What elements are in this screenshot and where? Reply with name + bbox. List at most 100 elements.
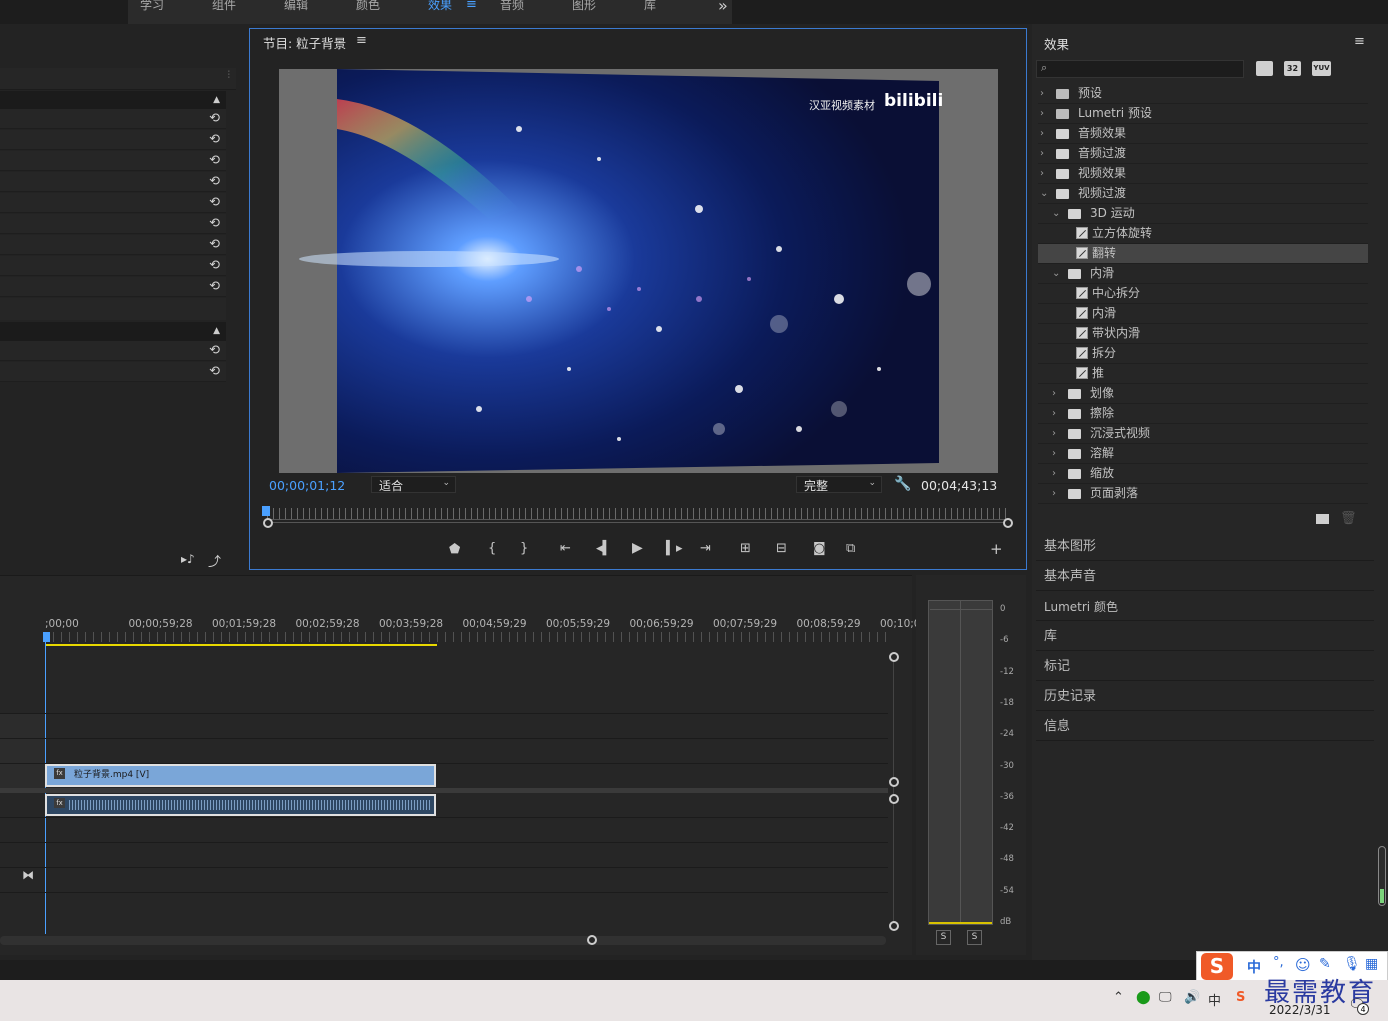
- step-forward-icon[interactable]: ▍▸: [666, 541, 683, 556]
- ime-mode[interactable]: 中: [1247, 957, 1261, 977]
- taskbar-ime[interactable]: 中: [1208, 990, 1221, 1009]
- section-essential-sound[interactable]: 基本声音: [1036, 563, 1374, 591]
- wrench-icon[interactable]: 🔧: [894, 476, 911, 492]
- extract-icon[interactable]: ⊟: [776, 541, 787, 556]
- ws-tab-edit[interactable]: 编辑: [284, 0, 308, 11]
- panel-menu-icon[interactable]: ≡: [356, 33, 367, 48]
- chevron-right-icon[interactable]: ›: [1052, 484, 1056, 503]
- chevron-right-icon[interactable]: ›: [1040, 124, 1044, 143]
- reset-icon[interactable]: ⟲: [209, 153, 220, 168]
- effects-tree-item[interactable]: 翻转: [1038, 244, 1368, 264]
- reset-icon[interactable]: ⟲: [209, 111, 220, 126]
- current-timecode[interactable]: 00;00;01;12: [269, 478, 345, 493]
- chevron-right-icon[interactable]: ›: [1040, 164, 1044, 183]
- zoom-handle-right[interactable]: [1003, 518, 1013, 528]
- reset-icon[interactable]: ⟲: [209, 237, 220, 252]
- effects-tree-item[interactable]: › 划像: [1038, 384, 1368, 404]
- audio-clip[interactable]: fx: [45, 794, 436, 816]
- sogou-logo-icon[interactable]: S: [1201, 953, 1233, 980]
- mark-out-icon[interactable]: }: [520, 541, 528, 556]
- reset-icon[interactable]: ⟲: [209, 364, 220, 379]
- effects-tree-item[interactable]: 中心拆分: [1038, 284, 1368, 304]
- solo-left-button[interactable]: S: [936, 930, 951, 945]
- 32bit-effects-icon[interactable]: 32: [1284, 61, 1301, 76]
- chevron-right-icon[interactable]: ›: [1052, 384, 1056, 403]
- reset-icon[interactable]: ⟲: [209, 195, 220, 210]
- step-back-icon[interactable]: ◂▍: [596, 541, 613, 556]
- section-markers[interactable]: 标记: [1036, 653, 1374, 681]
- new-bin-icon[interactable]: [1316, 514, 1329, 524]
- pen-icon[interactable]: ✎: [1319, 956, 1331, 972]
- hscroll-bar[interactable]: [0, 936, 886, 945]
- ws-tab-effects[interactable]: 效果: [428, 0, 452, 11]
- video-clip[interactable]: fx 粒子背景.mp4 [V]: [45, 764, 436, 787]
- lift-icon[interactable]: ⊞: [740, 541, 751, 556]
- effects-tree-item[interactable]: › 沉浸式视频: [1038, 424, 1368, 444]
- effects-tree-item[interactable]: ⌄ 内滑: [1038, 264, 1368, 284]
- vscroll-handle[interactable]: [889, 652, 899, 662]
- video-canvas[interactable]: 汉亚视频素材 bilibili: [279, 69, 998, 473]
- effects-tree-item[interactable]: › 缩放: [1038, 464, 1368, 484]
- reset-icon[interactable]: ⟲: [209, 258, 220, 273]
- zoom-handle-left[interactable]: [263, 518, 273, 528]
- sogou-tray-icon[interactable]: S: [1236, 990, 1245, 1005]
- vscroll-handle[interactable]: [889, 794, 899, 804]
- effects-tree-item[interactable]: › 页面剥落: [1038, 484, 1368, 504]
- chevron-right-icon[interactable]: ›: [1040, 84, 1044, 103]
- ws-tab-color[interactable]: 颜色: [356, 0, 380, 11]
- work-area-bar[interactable]: [45, 644, 437, 646]
- section-essential-graphics[interactable]: 基本图形: [1036, 533, 1374, 561]
- quality-select[interactable]: 完整 ⌄: [796, 476, 882, 493]
- go-to-in-icon[interactable]: ⇤: [560, 541, 571, 556]
- effects-tree-item[interactable]: ⌄ 3D 运动: [1038, 204, 1368, 224]
- playhead-handle[interactable]: [43, 632, 50, 642]
- chevron-right-icon[interactable]: ›: [1040, 104, 1044, 123]
- effects-tree-item[interactable]: 内滑: [1038, 304, 1368, 324]
- chevron-right-icon[interactable]: ›: [1052, 404, 1056, 423]
- chevron-right-icon[interactable]: ›: [1052, 464, 1056, 483]
- section-info[interactable]: 信息: [1036, 713, 1374, 741]
- chevron-right-icon[interactable]: ›: [1052, 424, 1056, 443]
- workspace-overflow-icon[interactable]: »: [718, 0, 728, 15]
- effects-tree-item[interactable]: 带状内滑: [1038, 324, 1368, 344]
- camera-icon[interactable]: ◙: [813, 541, 826, 556]
- time-ruler[interactable]: [267, 508, 1009, 520]
- effects-tree-item[interactable]: › 溶解: [1038, 444, 1368, 464]
- effects-tree-item[interactable]: 立方体旋转: [1038, 224, 1368, 244]
- effects-tree-item[interactable]: 推: [1038, 364, 1368, 384]
- ws-tab-audio[interactable]: 音频: [500, 0, 524, 11]
- ws-tab-libraries[interactable]: 库: [644, 0, 656, 11]
- compare-view-icon[interactable]: ⧉: [846, 541, 855, 556]
- chevron-down-icon[interactable]: ⌄: [1052, 264, 1060, 283]
- effects-tree-item[interactable]: › 擦除: [1038, 404, 1368, 424]
- ws-tab-learn[interactable]: 学习: [140, 0, 164, 11]
- collapse-up-icon[interactable]: ▲: [213, 326, 220, 336]
- effects-tree-item[interactable]: 拆分: [1038, 344, 1368, 364]
- yuv-effects-icon[interactable]: YUV: [1312, 61, 1331, 76]
- tray-expand-icon[interactable]: ⌃: [1113, 990, 1124, 1005]
- reset-icon[interactable]: ⟲: [209, 343, 220, 358]
- add-marker-icon[interactable]: ⬟: [449, 542, 460, 557]
- section-lumetri-color[interactable]: Lumetri 颜色: [1036, 593, 1374, 621]
- chevron-right-icon[interactable]: ›: [1040, 144, 1044, 163]
- vscroll-handle[interactable]: [889, 921, 899, 931]
- chevron-down-icon[interactable]: ⌄: [1052, 204, 1060, 223]
- reset-icon[interactable]: ⟲: [209, 216, 220, 231]
- fit-select[interactable]: 适合 ⌄: [371, 476, 456, 493]
- add-button-icon[interactable]: +: [990, 540, 1003, 558]
- tray-app-icon[interactable]: ⬤: [1136, 990, 1151, 1005]
- volume-icon[interactable]: 🔊: [1184, 990, 1200, 1005]
- go-to-out-icon[interactable]: ⇥: [700, 541, 711, 556]
- program-title[interactable]: 节目: 粒子背景: [263, 33, 346, 52]
- grid-menu-icon[interactable]: ▦: [1365, 956, 1378, 972]
- effects-tree-item[interactable]: ⌄ 视频过渡: [1038, 184, 1368, 204]
- ws-tab-assembly[interactable]: 组件: [212, 0, 236, 11]
- effects-search-input[interactable]: ⌕: [1036, 60, 1244, 78]
- section-history[interactable]: 历史记录: [1036, 683, 1374, 711]
- effects-tree-item[interactable]: › Lumetri 预设: [1038, 104, 1368, 124]
- play-audio-icon[interactable]: ▸♪: [181, 552, 195, 566]
- ime-punct[interactable]: °,: [1273, 955, 1284, 970]
- collapse-up-icon[interactable]: ▲: [213, 95, 220, 105]
- effects-title[interactable]: 效果: [1044, 34, 1069, 53]
- panel-menu-icon[interactable]: ≡: [1354, 34, 1365, 49]
